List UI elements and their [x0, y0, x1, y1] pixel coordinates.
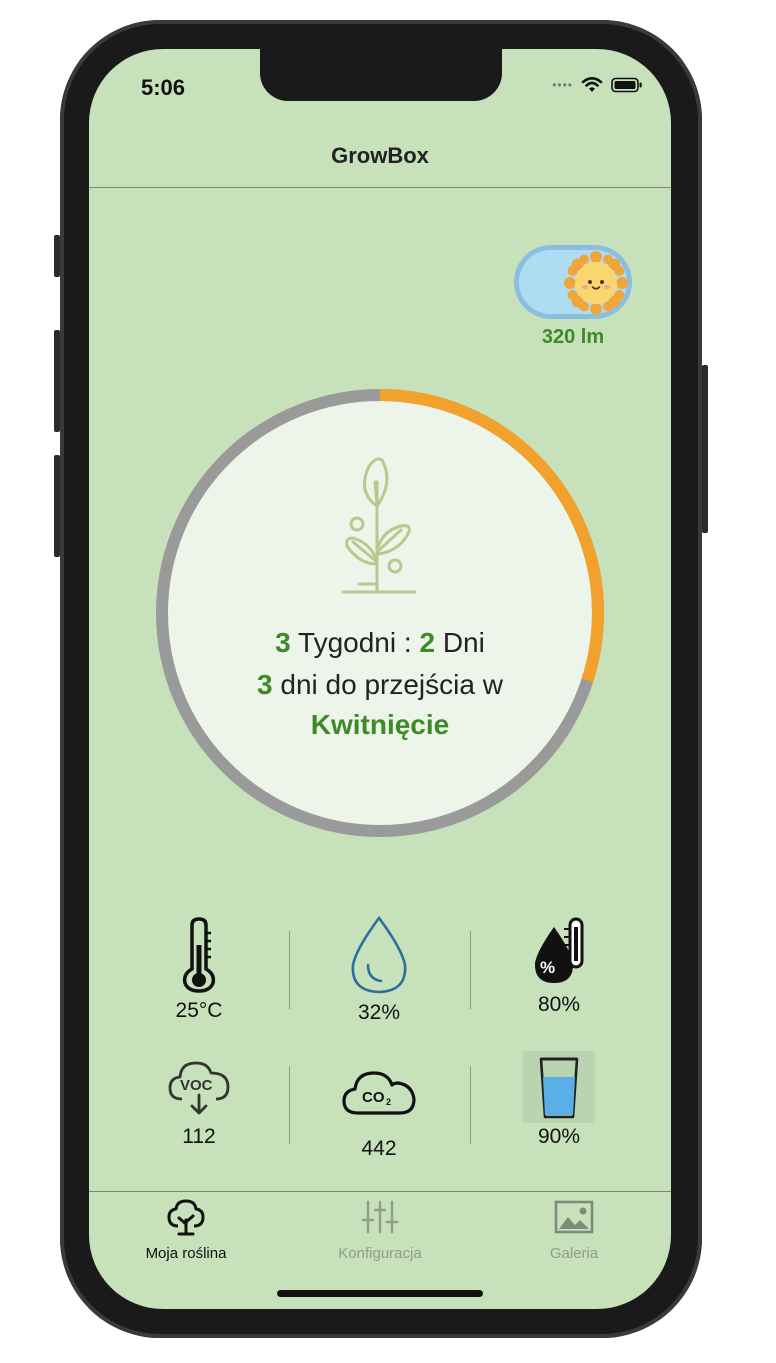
- page-title: GrowBox: [331, 143, 429, 168]
- co2-cloud-icon: CO 2: [342, 1071, 416, 1115]
- light-toggle[interactable]: [514, 245, 632, 319]
- weeks-count: 3: [275, 627, 291, 658]
- volume-down-button: [54, 455, 60, 557]
- sliders-icon: [361, 1200, 399, 1234]
- days-count: 2: [419, 627, 436, 658]
- svg-text:VOC: VOC: [180, 1077, 213, 1094]
- thermometer-icon: [182, 917, 216, 993]
- weeks-label: Tygodni :: [298, 627, 412, 658]
- silent-switch: [54, 235, 60, 277]
- voc-value: 112: [182, 1125, 216, 1148]
- notch: [260, 49, 502, 101]
- days-to-transition: 3: [257, 669, 273, 700]
- signal-icon: ••••: [552, 78, 573, 92]
- temperature-value: 25°C: [175, 999, 223, 1022]
- next-stage: Kwitnięcie: [310, 709, 450, 740]
- app-screen: 5:06 •••• GrowBox 320 lm 3 Tygodni: 2 D…: [89, 49, 671, 1309]
- tab-gallery[interactable]: Galeria: [494, 1198, 654, 1262]
- wifi-icon: [581, 77, 603, 92]
- tab-configuration[interactable]: Konfiguracja: [300, 1198, 460, 1262]
- tab-my-plant[interactable]: Moja roślina: [106, 1198, 266, 1262]
- home-indicator[interactable]: [277, 1290, 483, 1297]
- navigation-bar: GrowBox: [89, 135, 671, 188]
- battery-icon: [611, 77, 642, 93]
- water-tank-value: 90%: [537, 1125, 581, 1148]
- days-label: Dni: [442, 627, 485, 658]
- power-button: [702, 365, 708, 533]
- lumen-label: 320 lm: [541, 326, 605, 348]
- status-indicators: ••••: [552, 77, 643, 93]
- tab-gallery-label: Galeria: [549, 1245, 599, 1262]
- co2-value: 442: [361, 1137, 397, 1160]
- transition-info: 3 dni do przejścia w: [204, 669, 556, 701]
- transition-text: dni do przejścia w: [280, 669, 503, 700]
- water-glass-icon: [523, 1051, 595, 1123]
- air-humidity-sensor: % 80%: [499, 917, 619, 1017]
- water-tank-sensor: 90%: [499, 1051, 619, 1149]
- co2-sensor: CO 2 442: [319, 1067, 439, 1161]
- sensor-divider: [289, 1066, 290, 1144]
- voc-sensor: VOC 112: [139, 1055, 259, 1149]
- sensor-divider: [470, 931, 471, 1009]
- water-drop-icon: [351, 915, 407, 994]
- gallery-icon: [554, 1200, 594, 1234]
- voc-cloud-icon: VOC: [168, 1061, 230, 1115]
- tab-configuration-label: Konfiguracja: [338, 1245, 422, 1262]
- volume-up-button: [54, 330, 60, 432]
- svg-text:2: 2: [386, 1097, 391, 1107]
- seedling-icon: [341, 457, 417, 594]
- tab-my-plant-label: Moja roślina: [145, 1245, 227, 1262]
- sensor-divider: [289, 931, 290, 1009]
- humidity-icon: %: [534, 917, 584, 983]
- svg-text:%: %: [540, 958, 555, 977]
- sun-icon: [564, 251, 628, 315]
- growth-duration: 3 Tygodni : 2 Dni: [204, 627, 556, 659]
- air-humidity-value: 80%: [537, 993, 581, 1016]
- sensor-divider: [470, 1066, 471, 1144]
- tree-icon: [167, 1199, 205, 1236]
- soil-moisture-value: 32%: [357, 1001, 401, 1024]
- status-time: 5:06: [141, 75, 186, 100]
- soil-moisture-sensor: 32%: [319, 915, 439, 1025]
- temperature-sensor: 25°C: [139, 917, 259, 1023]
- svg-text:CO: CO: [362, 1089, 385, 1106]
